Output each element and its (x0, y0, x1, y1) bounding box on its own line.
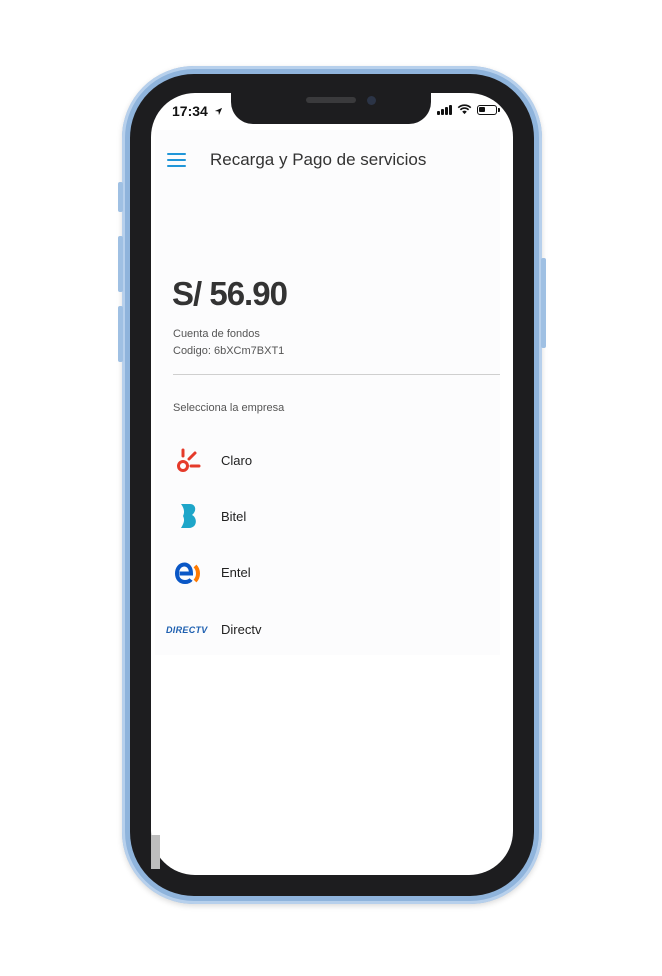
cellular-signal-icon (437, 104, 452, 115)
device-mute-switch (118, 182, 123, 212)
device-volume-up-button (118, 236, 123, 292)
directv-logo-icon: DIRECTV (166, 625, 208, 635)
company-name-claro: Claro (221, 453, 253, 468)
company-item-directv[interactable]: DIRECTV Directv (166, 610, 486, 650)
device-notch (231, 88, 431, 124)
scrollbar-thumb[interactable] (151, 835, 160, 869)
company-name-bitel: Bitel (221, 509, 247, 524)
company-item-claro[interactable]: Claro (166, 441, 486, 481)
page-title: Recarga y Pago de servicios (210, 150, 427, 169)
status-icons (437, 104, 500, 115)
device-power-button (541, 258, 546, 348)
company-item-bitel[interactable]: Bitel (166, 497, 486, 537)
section-divider (173, 374, 500, 375)
account-balance: S/ 56.90 (172, 275, 288, 312)
account-code: Codigo: 6bXCm7BXT1 (173, 345, 285, 357)
device-volume-down-button (118, 306, 123, 362)
company-name-entel: Entel (221, 565, 251, 580)
battery-cap (498, 107, 500, 112)
status-time: 17:34 (172, 103, 223, 119)
bitel-logo-icon (181, 504, 196, 528)
select-company-label: Selecciona la empresa (173, 402, 285, 414)
company-name-directv: Directv (221, 622, 262, 637)
hamburger-menu-icon[interactable] (167, 152, 186, 168)
account-name: Cuenta de fondos (173, 328, 260, 340)
earpiece-speaker (306, 97, 356, 103)
status-time-text: 17:34 (172, 103, 208, 119)
claro-logo-icon (177, 448, 201, 472)
entel-logo-icon (174, 562, 200, 585)
company-item-entel[interactable]: Entel (166, 553, 486, 593)
battery-icon (477, 104, 497, 115)
front-camera (367, 96, 376, 105)
location-arrow-icon (214, 107, 222, 116)
wifi-icon (457, 104, 472, 115)
